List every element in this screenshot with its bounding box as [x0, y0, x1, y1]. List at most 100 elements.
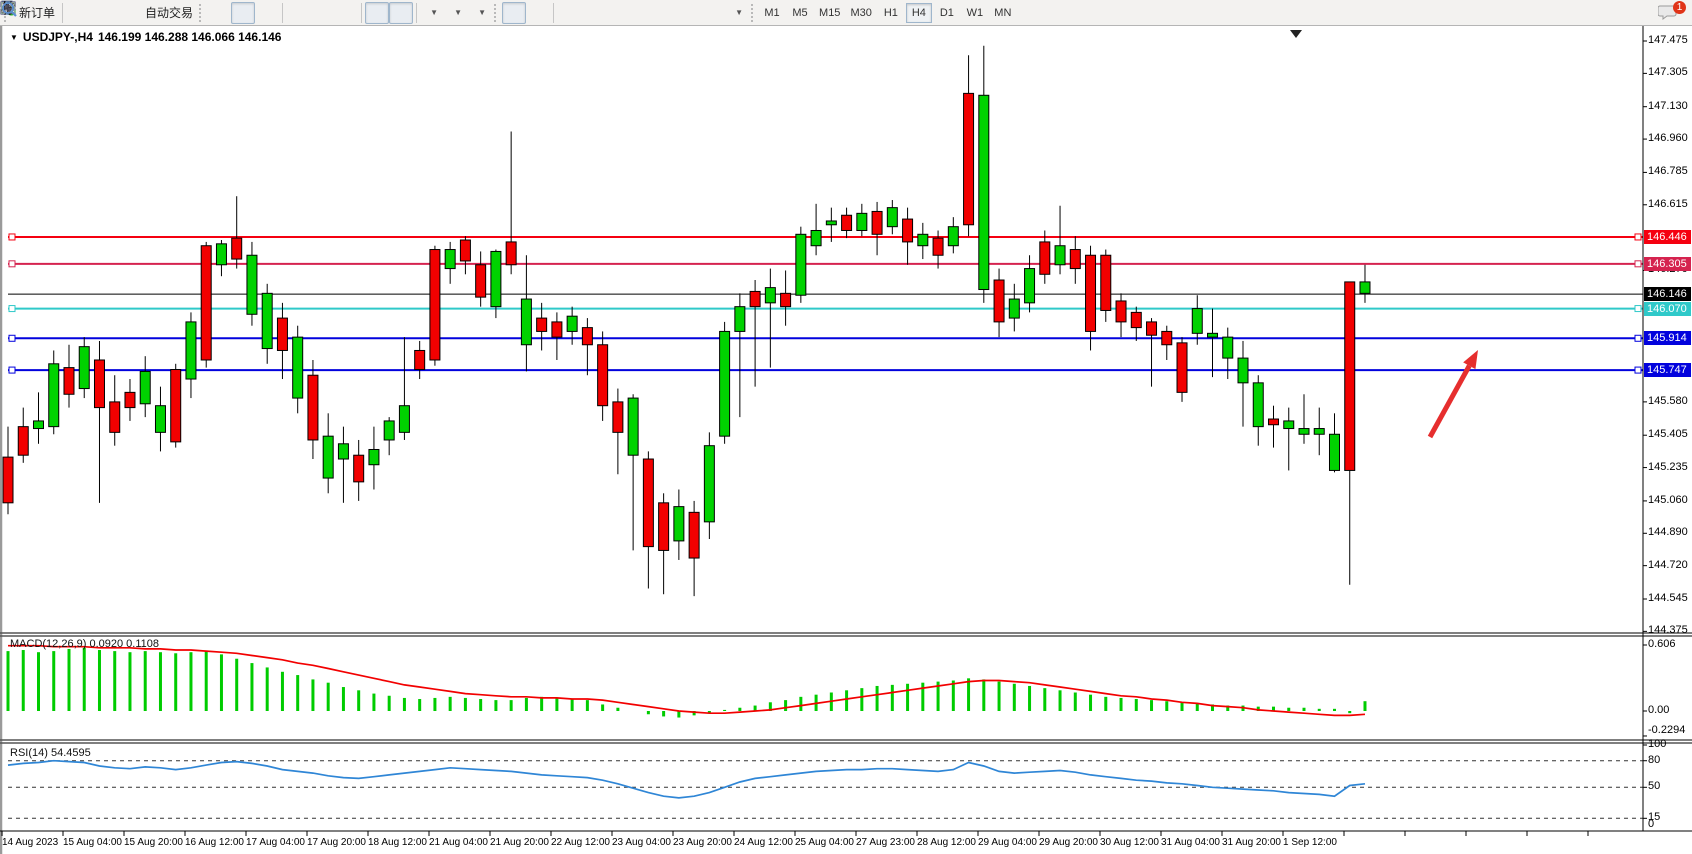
text-button[interactable]: A: [677, 2, 701, 24]
timeframe-mn[interactable]: MN: [990, 3, 1016, 23]
line-anchor[interactable]: [9, 261, 15, 267]
candle-body: [1086, 255, 1096, 331]
candle-body: [110, 402, 120, 432]
toolbar-grip[interactable]: [494, 4, 500, 22]
notifications-button[interactable]: 1: [1658, 3, 1684, 23]
chart-canvas[interactable]: [0, 26, 1692, 854]
line-anchor[interactable]: [9, 367, 15, 373]
timeframe-w1[interactable]: W1: [962, 3, 988, 23]
separator: [62, 3, 63, 23]
new-order-button[interactable]: 新订单: [12, 2, 59, 24]
candle-body: [140, 371, 150, 403]
candle-body: [1238, 358, 1248, 383]
bar-chart-button[interactable]: [207, 2, 231, 24]
chart-shift-button[interactable]: [389, 2, 413, 24]
time-axis-label: 21 Aug 20:00: [490, 837, 549, 848]
candle-body: [994, 280, 1004, 322]
candle-body: [262, 293, 272, 348]
arrows-button[interactable]: ▼: [725, 2, 749, 24]
line-anchor[interactable]: [1635, 306, 1641, 312]
time-axis-label: 15 Aug 20:00: [124, 837, 183, 848]
templates-button[interactable]: ▼: [468, 2, 492, 24]
channel-button[interactable]: E: [629, 2, 653, 24]
notification-badge: 1: [1673, 1, 1686, 14]
line-anchor[interactable]: [1635, 367, 1641, 373]
timeframe-m5[interactable]: M5: [787, 3, 813, 23]
time-axis-label: 29 Aug 04:00: [978, 837, 1037, 848]
candlestick-chart-button[interactable]: [231, 2, 255, 24]
time-axis-label: 30 Aug 12:00: [1100, 837, 1159, 848]
horizontal-line-button[interactable]: [581, 2, 605, 24]
tile-windows-button[interactable]: [334, 2, 358, 24]
annotation-arrow-shaft[interactable]: [1430, 366, 1469, 437]
zoom-in-button[interactable]: [286, 2, 310, 24]
candle-body: [826, 221, 836, 225]
timeframe-h4[interactable]: H4: [906, 3, 932, 23]
toolbar-grip[interactable]: [751, 4, 757, 22]
candle-body: [460, 240, 470, 261]
line-anchor[interactable]: [9, 335, 15, 341]
price-level-badge[interactable]: 146.070: [1644, 302, 1691, 316]
timeframe-m15[interactable]: M15: [815, 3, 844, 23]
signal-button[interactable]: [114, 2, 138, 24]
text-label-button[interactable]: T: [701, 2, 725, 24]
dropdown-caret: ▼: [478, 8, 486, 17]
price-axis-label: 147.475: [1648, 34, 1688, 46]
market-watch-button[interactable]: [66, 2, 90, 24]
crosshair-button[interactable]: [526, 2, 550, 24]
timeframe-m1[interactable]: M1: [759, 3, 785, 23]
chart-window: ▼ USDJPY-,H4 146.199 146.288 146.066 146…: [0, 26, 1692, 854]
price-level-badge[interactable]: 145.914: [1644, 331, 1691, 345]
macd-signal-line: [8, 646, 1365, 716]
timeframe-m30[interactable]: M30: [846, 3, 875, 23]
candle-body: [491, 251, 501, 306]
fibonacci-button[interactable]: F: [653, 2, 677, 24]
zoom-out-button[interactable]: [310, 2, 334, 24]
candle-body: [1025, 269, 1035, 303]
candle-body: [277, 318, 287, 350]
price-level-badge[interactable]: 146.146: [1644, 287, 1691, 301]
price-level-badge[interactable]: 146.446: [1644, 230, 1691, 244]
candle-body: [1284, 421, 1294, 429]
candle-body: [1192, 309, 1202, 334]
line-anchor[interactable]: [9, 306, 15, 312]
price-level-badge[interactable]: 146.305: [1644, 257, 1691, 271]
vertical-line-button[interactable]: [557, 2, 581, 24]
indicators-button[interactable]: ▼: [420, 2, 444, 24]
line-anchor[interactable]: [9, 234, 15, 240]
toolbar: 新订单 自动交易 ▼ ▼ ▼ E F A: [0, 0, 1692, 26]
candle-body: [811, 230, 821, 245]
candle-body: [3, 457, 13, 503]
cursor-button[interactable]: [502, 2, 526, 24]
line-anchor[interactable]: [1635, 261, 1641, 267]
price-axis-label: 144.545: [1648, 592, 1688, 604]
timeframe-d1[interactable]: D1: [934, 3, 960, 23]
candle-body: [674, 507, 684, 541]
periods-button[interactable]: ▼: [444, 2, 468, 24]
candle-body: [125, 392, 135, 407]
profile-button[interactable]: [90, 2, 114, 24]
candle-body: [33, 421, 43, 429]
timeframe-h1[interactable]: H1: [878, 3, 904, 23]
price-axis-label: 146.785: [1648, 165, 1688, 177]
toolbar-grip[interactable]: [199, 4, 205, 22]
line-chart-button[interactable]: [255, 2, 279, 24]
candle-body: [171, 370, 181, 442]
line-anchor[interactable]: [1635, 234, 1641, 240]
macd-name: MACD(12,26,9): [10, 638, 86, 650]
price-level-badge[interactable]: 145.747: [1644, 363, 1691, 377]
collapse-triangle-icon[interactable]: ▼: [10, 33, 18, 42]
candle-body: [1269, 419, 1279, 425]
candle-body: [1253, 383, 1263, 427]
chart-shift-marker[interactable]: [1290, 30, 1302, 38]
auto-scroll-button[interactable]: [365, 2, 389, 24]
trendline-button[interactable]: [605, 2, 629, 24]
price-axis-label: 144.375: [1648, 624, 1688, 636]
line-anchor[interactable]: [1635, 335, 1641, 341]
time-axis-label: 23 Aug 04:00: [612, 837, 671, 848]
autotrade-button[interactable]: 自动交易: [138, 2, 197, 24]
annotation-arrow-head[interactable]: [1463, 350, 1478, 369]
candle-body: [1147, 322, 1157, 335]
candle-body: [735, 307, 745, 332]
mt4-window: 新订单 自动交易 ▼ ▼ ▼ E F A: [0, 0, 1692, 854]
